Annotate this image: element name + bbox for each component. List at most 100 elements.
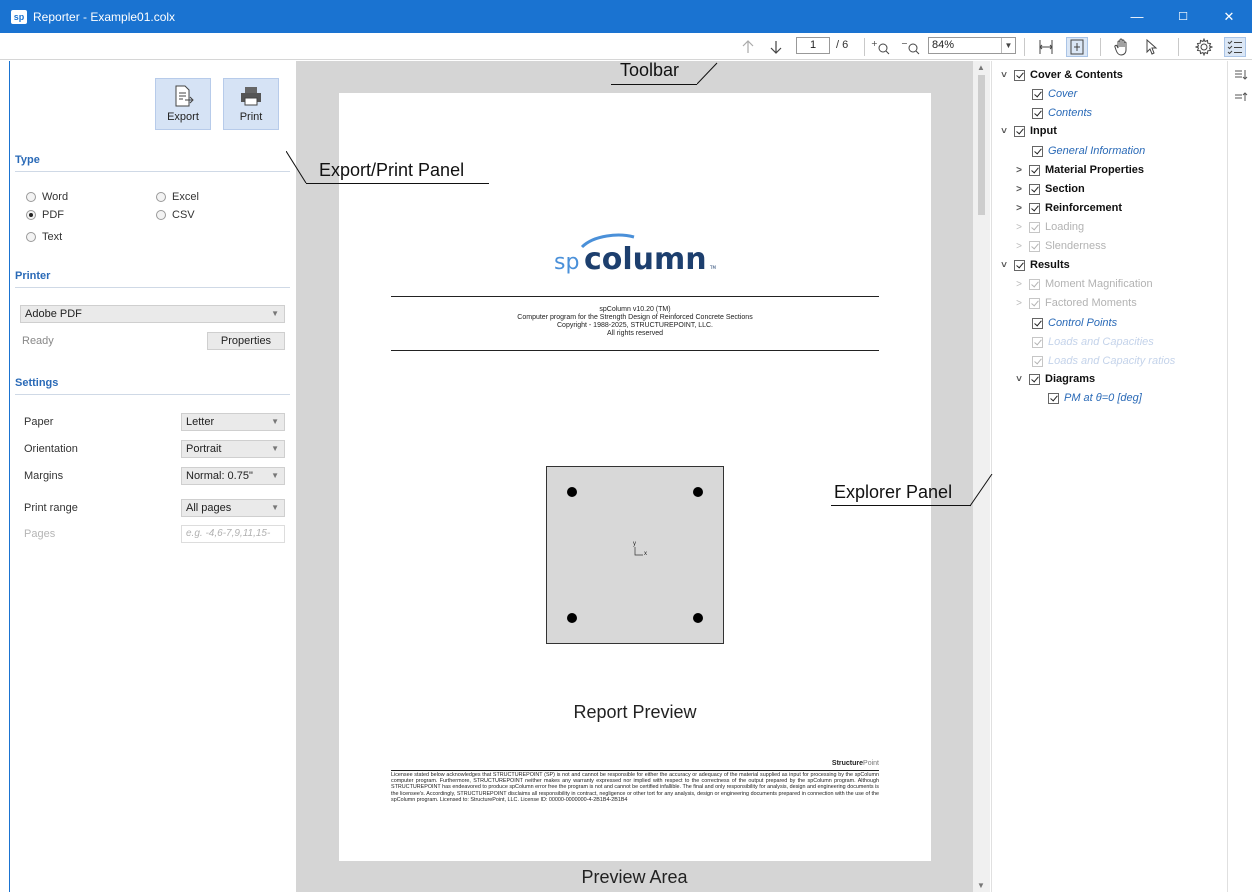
paper-select[interactable]: Letter ▼ <box>181 413 285 431</box>
margins-select[interactable]: Normal: 0.75" ▼ <box>181 467 285 485</box>
radio-dot <box>156 192 166 202</box>
checklist-icon[interactable] <box>1224 37 1246 57</box>
page-number-input[interactable]: 1 <box>796 37 830 54</box>
checkbox-checked-icon <box>1014 69 1025 81</box>
print-button[interactable]: Print <box>223 78 279 130</box>
tree-item-loads-and-capacity-ratios[interactable]: Loads and Capacity ratios <box>1032 355 1175 367</box>
tree-item-slenderness[interactable]: > Slenderness <box>1013 240 1106 252</box>
chevron-down-icon: ▼ <box>271 309 279 318</box>
zoom-in-icon[interactable]: + <box>868 37 894 57</box>
fit-page-icon[interactable] <box>1066 37 1088 57</box>
logo-sp-text: sp <box>554 250 579 275</box>
scroll-up-icon[interactable]: ▲ <box>977 63 985 72</box>
tree-item-control-points[interactable]: Control Points <box>1032 317 1117 329</box>
checkbox-checked-icon <box>1032 355 1043 367</box>
orientation-select[interactable]: Portrait ▼ <box>181 440 285 458</box>
preview-area-annotation: Preview Area <box>581 867 688 887</box>
checkbox-checked-icon <box>1032 88 1043 100</box>
cover-line: Copyright - 1988-2025, STRUCTUREPOINT, L… <box>557 322 713 329</box>
tree-item-section[interactable]: > Section <box>1013 183 1085 195</box>
rebar-dot <box>567 487 577 497</box>
tree-item-contents[interactable]: Contents <box>1032 107 1092 119</box>
checkbox-checked-icon <box>1029 221 1040 233</box>
checkbox-checked-icon <box>1048 392 1059 404</box>
export-icon <box>171 85 195 107</box>
toolbar: + − <box>0 33 1252 60</box>
chevron-down-icon: ˅ <box>1001 125 1007 137</box>
chevron-down-icon[interactable]: ▼ <box>1001 38 1015 53</box>
tree-item-input[interactable]: ˅ Input <box>998 125 1057 137</box>
cover-text-block: spColumn v10.20 (TM) Computer program fo… <box>391 306 879 338</box>
tree-item-reinforcement[interactable]: > Reinforcement <box>1013 202 1122 214</box>
tree-item-material-properties[interactable]: > Material Properties <box>1013 164 1144 176</box>
radio-dot <box>26 232 36 242</box>
gear-icon[interactable] <box>1194 37 1214 57</box>
properties-button[interactable]: Properties <box>207 332 285 350</box>
checkbox-checked-icon <box>1014 125 1025 137</box>
logo-column-text: column <box>584 242 707 275</box>
chevron-right-icon: > <box>1016 240 1022 252</box>
settings-section-title: Settings <box>15 377 59 389</box>
export-button[interactable]: Export <box>155 78 211 130</box>
checkbox-checked-icon <box>1029 278 1040 290</box>
svg-text:+: + <box>871 39 878 48</box>
arrow-up-icon[interactable] <box>740 37 756 57</box>
radio-pdf[interactable]: PDF <box>26 209 64 221</box>
checkbox-checked-icon <box>1029 373 1040 385</box>
radio-text[interactable]: Text <box>26 231 62 243</box>
close-button[interactable]: ✕ <box>1206 0 1252 33</box>
tree-item-diagrams[interactable]: ˅ Diagrams <box>1013 373 1095 385</box>
tree-item-factored-moments[interactable]: > Factored Moments <box>1013 297 1137 309</box>
fit-width-icon[interactable] <box>1036 37 1056 57</box>
divider <box>15 171 290 172</box>
pointer-icon[interactable] <box>1142 37 1162 57</box>
annotation-leader <box>286 151 307 184</box>
tree-item-cover-contents[interactable]: ˅ Cover & Contents <box>998 69 1123 81</box>
page-total: / 6 <box>836 39 849 51</box>
tree-item-cover[interactable]: Cover <box>1032 88 1077 100</box>
structurepoint-brand: StructurePoint <box>831 760 879 767</box>
disclaimer-text: Licensee stated below acknowledges that … <box>391 770 879 803</box>
arrow-down-icon[interactable] <box>768 37 784 57</box>
column-section-diagram: y x <box>546 466 724 644</box>
minimize-button[interactable]: — <box>1114 0 1160 33</box>
tree-item-loading[interactable]: > Loading <box>1013 221 1084 233</box>
export-label: Export <box>167 111 199 123</box>
printer-select[interactable]: Adobe PDF ▼ <box>20 305 285 323</box>
scroll-down-icon[interactable]: ▼ <box>977 881 985 890</box>
chevron-down-icon: ▼ <box>271 471 279 480</box>
print-range-label: Print range <box>24 502 78 514</box>
zoom-select[interactable]: 84% ▼ <box>928 37 1016 54</box>
checkbox-checked-icon <box>1029 240 1040 252</box>
printer-section-title: Printer <box>15 270 51 282</box>
radio-word[interactable]: Word <box>26 191 68 203</box>
checkbox-checked-icon <box>1032 317 1043 329</box>
toolbar-annotation: Toolbar <box>620 60 680 80</box>
divider <box>15 394 290 395</box>
checkbox-checked-icon <box>1014 259 1025 271</box>
radio-excel[interactable]: Excel <box>156 191 199 203</box>
printer-icon <box>239 85 263 107</box>
tree-item-general-information[interactable]: General Information <box>1032 145 1145 157</box>
zoom-out-icon[interactable]: − <box>898 37 924 57</box>
radio-dot <box>156 210 166 220</box>
maximize-button[interactable]: ☐ <box>1160 0 1206 33</box>
radio-csv[interactable]: CSV <box>156 209 195 221</box>
tree-item-pm-diagram[interactable]: PM at θ=0 [deg] <box>1048 392 1142 404</box>
title-bar: sp Reporter - Example01.colx — ☐ ✕ <box>0 0 1252 33</box>
chevron-down-icon: ˅ <box>1001 69 1007 81</box>
tree-item-loads-and-capacities[interactable]: Loads and Capacities <box>1032 336 1154 348</box>
print-range-select[interactable]: All pages ▼ <box>181 499 285 517</box>
cover-line: Computer program for the Strength Design… <box>517 314 753 321</box>
tree-item-moment-magnification[interactable]: > Moment Magnification <box>1013 278 1153 290</box>
collapse-all-icon[interactable] <box>1234 91 1248 106</box>
type-section-title: Type <box>15 154 40 166</box>
chevron-right-icon: > <box>1016 202 1022 214</box>
chevron-down-icon: ▼ <box>271 444 279 453</box>
hand-icon[interactable] <box>1112 37 1132 57</box>
scroll-thumb[interactable] <box>978 75 985 215</box>
preview-area[interactable]: sp column TM spColumn v10.20 (TM) Comput… <box>296 61 973 892</box>
pages-input[interactable]: e.g. -4,6-7,9,11,15- <box>181 525 285 543</box>
expand-all-icon[interactable] <box>1234 69 1248 84</box>
tree-item-results[interactable]: ˅ Results <box>998 259 1070 271</box>
